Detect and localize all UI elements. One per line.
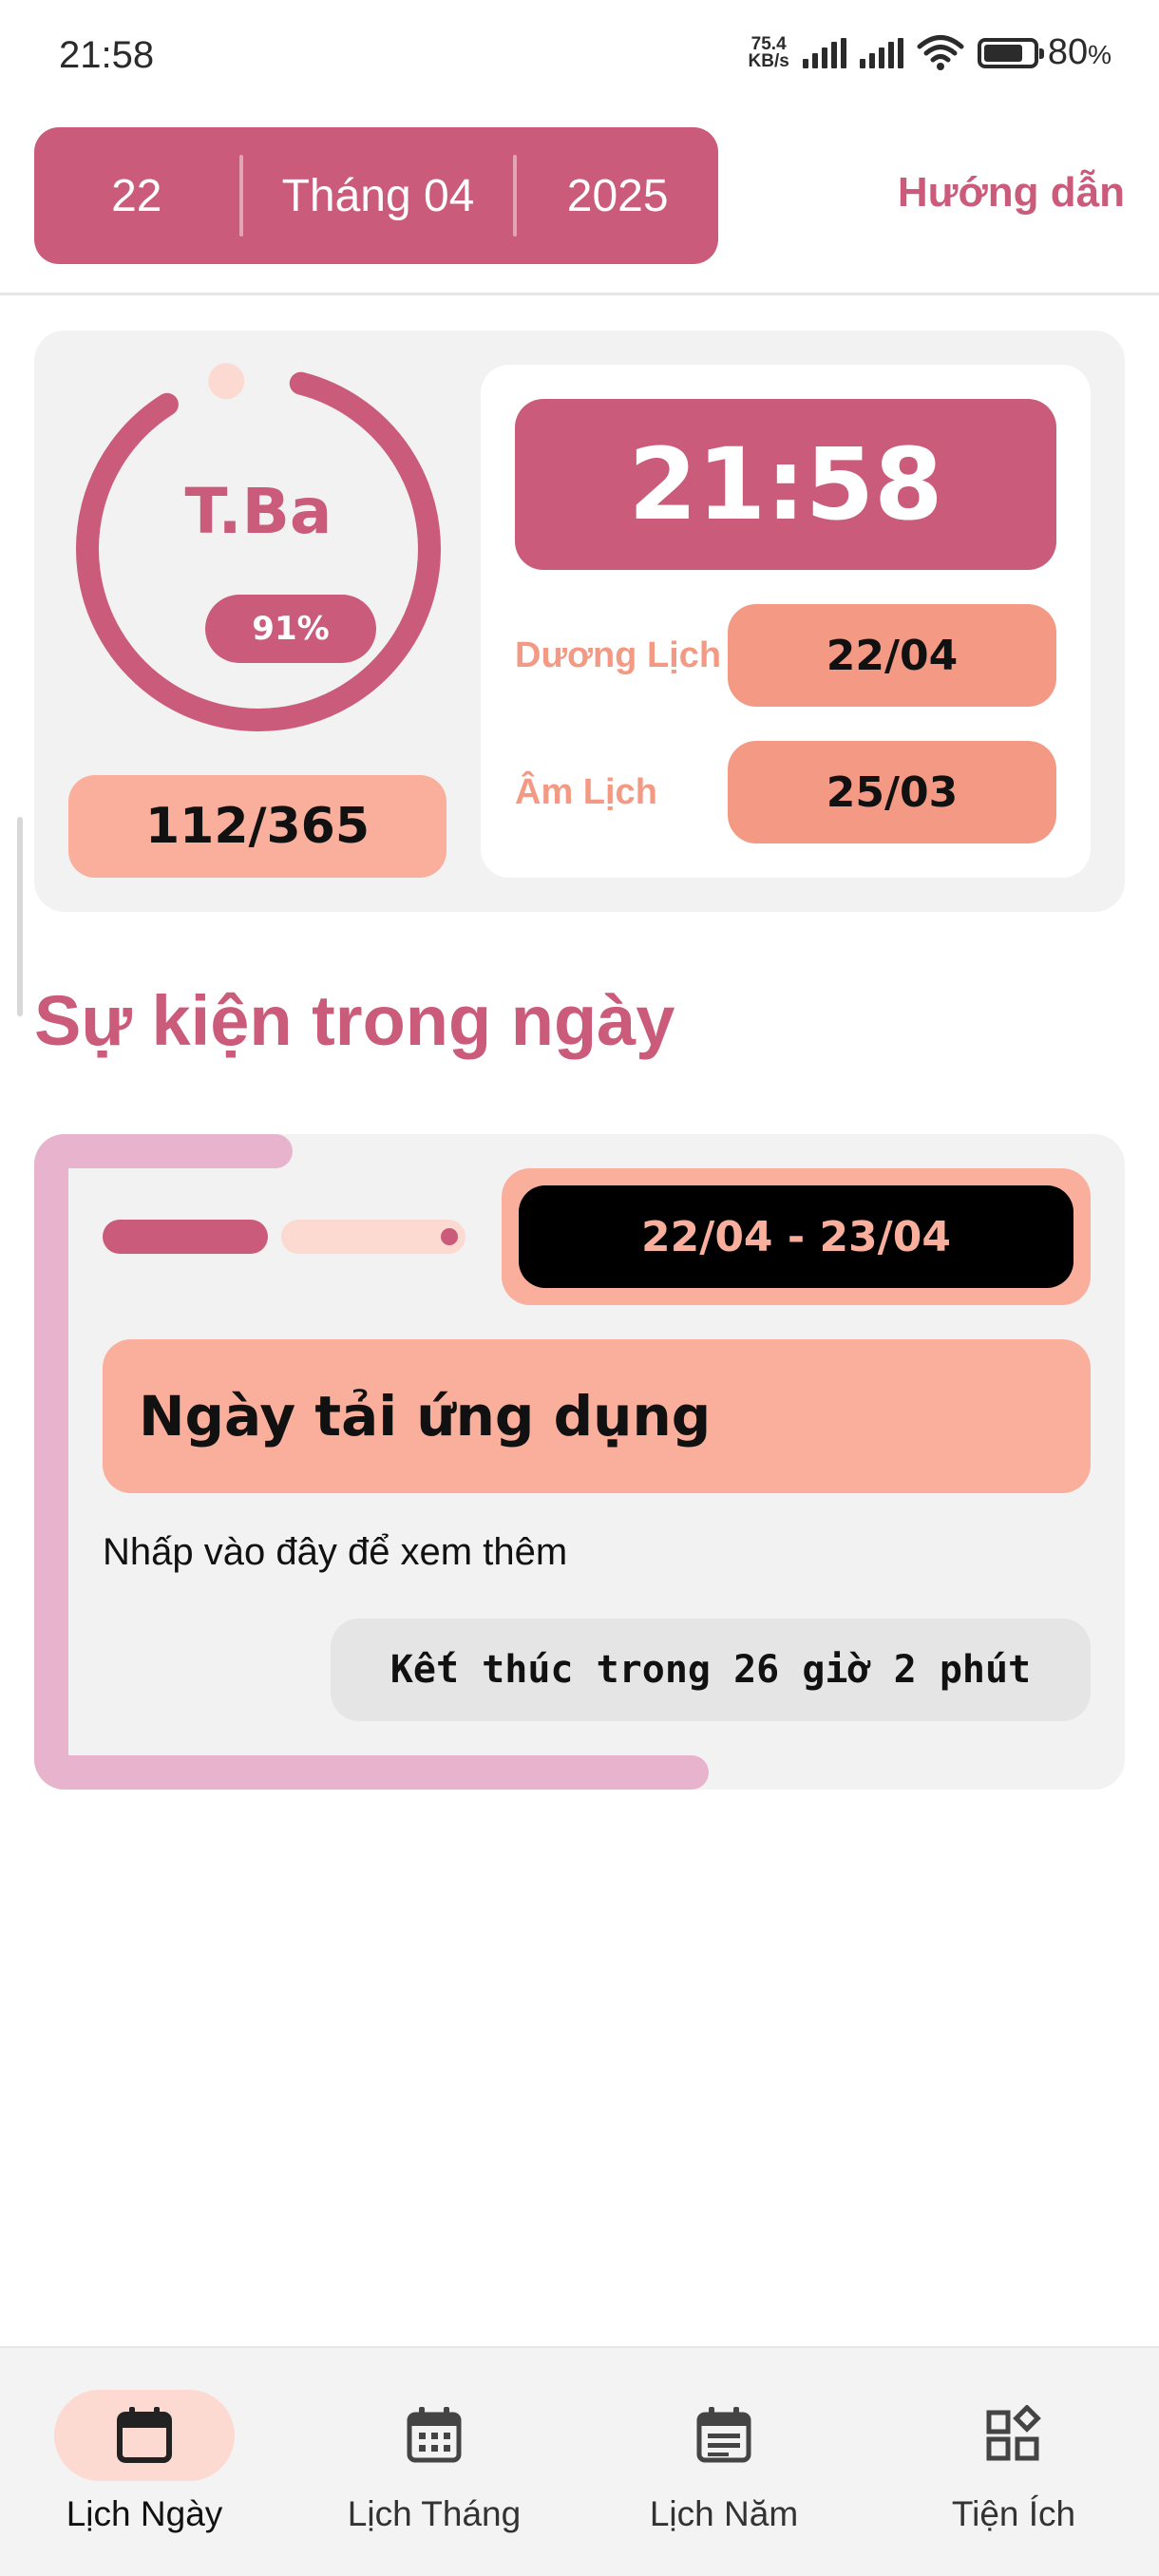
- day-progress-percent: 91%: [205, 595, 376, 663]
- guide-link[interactable]: Hướng dẫn: [898, 169, 1125, 217]
- lunar-date-label: Âm Lịch: [515, 771, 657, 812]
- calendar-icon: [117, 2407, 172, 2463]
- battery: 80%: [977, 32, 1112, 73]
- nav-icon-container: [923, 2390, 1104, 2481]
- event-more-hint[interactable]: Nhấp vào đây để xem thêm: [103, 1531, 567, 1574]
- event-progress-marker: [441, 1228, 458, 1245]
- weekday-label: T.Ba: [184, 475, 332, 548]
- nav-label: Lịch Ngày: [66, 2494, 223, 2533]
- battery-percent: 80%: [1047, 32, 1112, 72]
- event-date-range-frame: 22/04 - 23/04: [502, 1168, 1091, 1305]
- signal-icon-2: [859, 37, 903, 68]
- month-selector[interactable]: Tháng 04: [243, 127, 514, 264]
- solar-date-value: 22/04: [728, 604, 1056, 707]
- nav-item-month-calendar[interactable]: Lịch Tháng: [301, 2390, 567, 2534]
- day-progress-marker: [208, 363, 245, 400]
- calendar-year-icon: [696, 2407, 751, 2463]
- calendar-month-icon: [407, 2407, 462, 2463]
- solar-date-row: Dương Lịch 22/04: [515, 604, 1056, 707]
- event-card-accent: [34, 1134, 68, 1790]
- day-of-year: 112/365: [68, 775, 446, 878]
- nav-icon-container: [344, 2390, 524, 2481]
- day-overview-card: T.Ba 91% 112/365 21:58 Dương Lịch 22/04 …: [34, 331, 1125, 912]
- day-progress-arc: [76, 367, 441, 731]
- nav-icon-container: [634, 2390, 814, 2481]
- year-selector[interactable]: 2025: [517, 127, 718, 264]
- day-selector[interactable]: 22: [34, 127, 239, 264]
- event-card-accent-top: [34, 1134, 293, 1168]
- network-speed: 75.4 KB/s: [748, 33, 789, 71]
- event-progress-remaining: [281, 1220, 466, 1254]
- day-progress-ring-graphic: [76, 363, 441, 731]
- network-speed-value: 75.4: [750, 33, 787, 54]
- event-title: Ngày tải ứng dụng: [103, 1339, 1091, 1493]
- nav-label: Tiện Ích: [951, 2494, 1076, 2533]
- status-icons: 75.4 KB/s 80%: [749, 32, 1112, 73]
- scroll-indicator[interactable]: [17, 817, 23, 1016]
- day-progress-ring: T.Ba 91%: [68, 359, 448, 739]
- events-section-title: Sự kiện trong ngày: [34, 981, 675, 1060]
- status-bar: 21:58 75.4 KB/s 80%: [0, 0, 1159, 114]
- event-card-accent-bottom: [34, 1755, 709, 1790]
- signal-icon: [802, 37, 846, 68]
- event-card[interactable]: 22/04 - 23/04 Ngày tải ứng dụng Nhấp vào…: [34, 1134, 1125, 1790]
- network-speed-unit: KB/s: [748, 50, 789, 71]
- lunar-date-row: Âm Lịch 25/03: [515, 741, 1056, 843]
- battery-icon: [977, 37, 1044, 68]
- nav-item-utilities[interactable]: Tiện Ích: [881, 2390, 1147, 2534]
- bottom-navigation: Lịch Ngày Lịch Tháng Lịch Năm Tiện Ích: [0, 2346, 1159, 2576]
- header-divider: [0, 293, 1159, 295]
- nav-label: Lịch Năm: [649, 2494, 799, 2533]
- status-time: 21:58: [59, 34, 155, 76]
- nav-item-year-calendar[interactable]: Lịch Năm: [591, 2390, 857, 2534]
- nav-icon-container: [54, 2390, 235, 2481]
- widgets-icon: [986, 2405, 1041, 2461]
- nav-item-day-calendar[interactable]: Lịch Ngày: [11, 2390, 277, 2534]
- event-date-range: 22/04 - 23/04: [519, 1185, 1074, 1288]
- lunar-date-value: 25/03: [728, 741, 1056, 843]
- date-picker[interactable]: 22 Tháng 04 2025: [34, 127, 718, 264]
- solar-date-label: Dương Lịch: [515, 635, 722, 675]
- event-progress-filled: [103, 1220, 268, 1254]
- event-time-remaining: Kết thúc trong 26 giờ 2 phút: [331, 1619, 1091, 1721]
- battery-fill: [983, 44, 1022, 62]
- wifi-icon: [917, 34, 964, 70]
- current-time: 21:58: [515, 399, 1056, 570]
- nav-label: Lịch Tháng: [347, 2494, 522, 2533]
- time-panel: 21:58 Dương Lịch 22/04 Âm Lịch 25/03: [481, 365, 1091, 878]
